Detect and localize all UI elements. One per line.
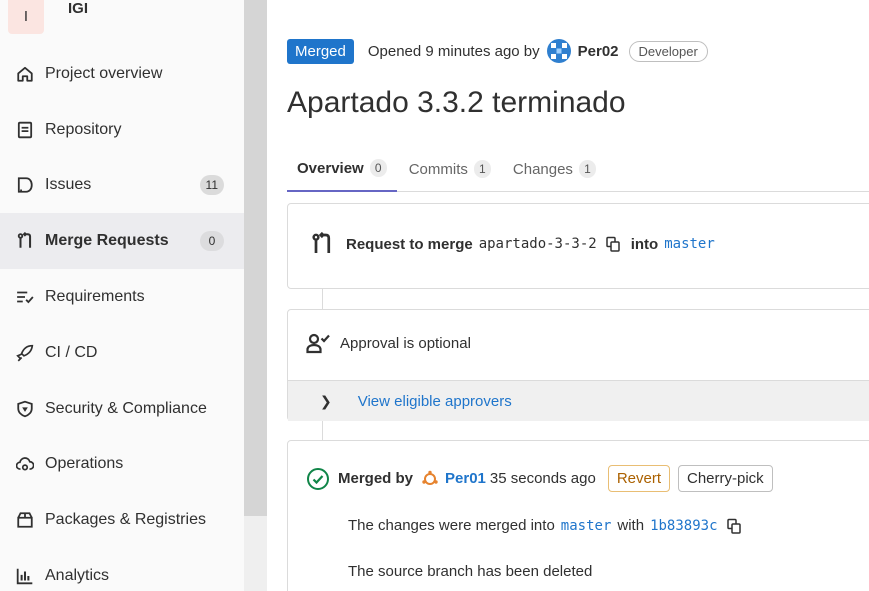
cloud-gear-icon: [14, 453, 36, 475]
merge-request-main: Merged Opened 9 minutes ago by Per02 Dev…: [267, 0, 869, 591]
project-name: IGI: [68, 0, 89, 17]
source-branch[interactable]: apartado-3-3-2: [479, 236, 597, 252]
tab-count: 0: [369, 159, 387, 177]
document-icon: [14, 119, 36, 141]
tab-commits[interactable]: Commits 1: [399, 146, 501, 192]
sidebar-item-analytics[interactable]: Analytics: [0, 548, 244, 591]
project-header[interactable]: I IGI: [8, 0, 88, 34]
shield-icon: [14, 398, 36, 420]
merger-link[interactable]: Per01: [445, 470, 486, 487]
mr-status-row: Merged Opened 9 minutes ago by Per02 Dev…: [287, 38, 708, 64]
requirements-icon: [14, 286, 36, 308]
view-eligible-approvers-link[interactable]: View eligible approvers: [358, 393, 512, 410]
tab-label: Overview: [297, 159, 364, 177]
git-merge-icon: [312, 232, 331, 253]
request-to-merge-label: Request to merge: [346, 235, 473, 253]
merged-into-branch-link[interactable]: master: [561, 518, 612, 534]
sidebar-item-label: Requirements: [45, 288, 145, 305]
widget-connector: [322, 289, 323, 309]
commit-sha-link[interactable]: 1b83893c: [650, 518, 717, 534]
merged-by-label: Merged by: [338, 470, 414, 487]
sidebar-item-label: CI / CD: [45, 344, 98, 361]
sidebar-item-label: Project overview: [45, 65, 163, 82]
merged-into-text: The changes were merged into: [348, 517, 555, 534]
tab-label: Commits: [408, 160, 468, 178]
approval-icon: [306, 333, 330, 354]
eligible-approvers-row[interactable]: ❯ View eligible approvers: [288, 380, 869, 421]
tab-overview[interactable]: Overview 0: [287, 146, 397, 192]
chevron-right-icon: ❯: [320, 392, 332, 409]
author-link[interactable]: Per02: [578, 43, 619, 60]
home-icon: [14, 63, 36, 85]
sidebar-item-requirements[interactable]: Requirements: [0, 269, 244, 325]
chart-icon: [14, 565, 36, 587]
sidebar-item-operations[interactable]: Operations: [0, 436, 244, 492]
copy-icon[interactable]: [605, 236, 621, 252]
revert-button[interactable]: Revert: [607, 465, 670, 492]
merged-widget: Merged by Per01 35 seconds ago Revert Ch…: [287, 440, 869, 591]
with-text: with: [617, 517, 645, 534]
opened-text: Opened 9 minutes ago by: [367, 42, 540, 60]
sidebar-item-label: Repository: [45, 121, 122, 138]
merge-request-widget: Request to merge apartado-3-3-2 into mas…: [287, 203, 869, 289]
sidebar-item-label: Security & Compliance: [45, 400, 207, 417]
tab-changes[interactable]: Changes 1: [503, 146, 606, 192]
sidebar-item-label: Analytics: [45, 567, 110, 584]
sidebar-item-label: Operations: [45, 455, 124, 472]
sidebar-item-packages-registries[interactable]: Packages & Registries: [0, 492, 244, 548]
git-merge-icon: [14, 230, 36, 252]
rocket-icon: [14, 342, 36, 364]
merge-requests-count-badge: 0: [200, 231, 224, 251]
sidebar-item-label: Packages & Registries: [45, 511, 206, 528]
sidebar-item-ci-cd[interactable]: CI / CD: [0, 325, 244, 381]
tab-count: 1: [473, 160, 491, 178]
cherry-pick-button[interactable]: Cherry-pick: [678, 465, 773, 492]
sidebar-item-issues[interactable]: Issues 11: [0, 157, 244, 213]
sidebar-item-repository[interactable]: Repository: [0, 102, 244, 158]
request-to-merge-row: Request to merge apartado-3-3-2 into mas…: [310, 232, 715, 256]
sidebar-item-merge-requests[interactable]: Merge Requests 0: [0, 213, 244, 269]
tab-count: 1: [578, 160, 596, 178]
widget-connector: [322, 421, 323, 440]
page-title: Apartado 3.3.2 terminado: [287, 86, 626, 119]
approval-widget: Approval is optional ❯ View eligible app…: [287, 309, 869, 421]
status-badge: Merged: [287, 38, 354, 64]
scrollbar-track: [244, 516, 267, 591]
issues-icon: [14, 174, 36, 196]
success-check-icon: [307, 467, 329, 490]
approval-row: Approval is optional: [306, 332, 471, 354]
copy-icon[interactable]: [726, 518, 742, 534]
sidebar-item-security-compliance[interactable]: Security & Compliance: [0, 381, 244, 437]
author-avatar[interactable]: [546, 38, 572, 64]
target-branch-link[interactable]: master: [664, 236, 715, 252]
merged-into-line: The changes were merged into master with…: [348, 517, 742, 534]
sidebar-item-project-overview[interactable]: Project overview: [0, 46, 244, 102]
issues-count-badge: 11: [199, 175, 224, 195]
sidebar: I IGI Project overview Repository Issues…: [0, 0, 244, 591]
branch-deleted-text: The source branch has been deleted: [348, 563, 593, 580]
author-role-badge: Developer: [628, 40, 708, 62]
sidebar-scrollbar[interactable]: [244, 0, 267, 591]
merged-time: 35 seconds ago: [489, 470, 596, 487]
package-icon: [14, 509, 36, 531]
sidebar-item-label: Merge Requests: [45, 232, 169, 249]
mr-tabs: Overview 0 Commits 1 Changes 1: [287, 146, 869, 192]
project-avatar: I: [8, 0, 44, 34]
tab-label: Changes: [512, 160, 573, 178]
approval-text: Approval is optional: [340, 334, 471, 352]
sidebar-item-label: Issues: [45, 176, 92, 193]
merged-by-row: Merged by Per01 35 seconds ago Revert Ch…: [306, 465, 773, 492]
into-label: into: [630, 235, 659, 253]
merger-avatar[interactable]: [421, 470, 439, 488]
